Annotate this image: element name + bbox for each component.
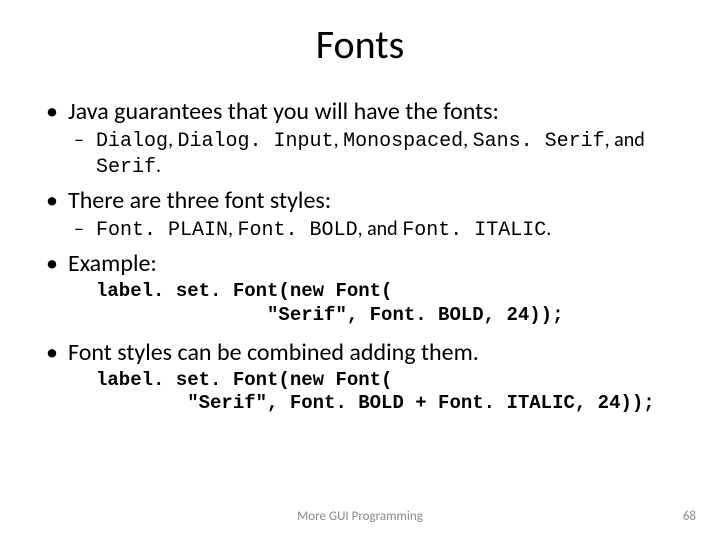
code-inline: Monospaced bbox=[343, 130, 463, 153]
sub-list: Dialog, Dialog. Input, Monospaced, Sans.… bbox=[68, 128, 680, 180]
code-block: label. set. Font(new Font( "Serif", Font… bbox=[96, 280, 680, 328]
sub-list: Font. PLAIN, Font. BOLD, and Font. ITALI… bbox=[68, 217, 680, 243]
footer-text: More GUI Programming bbox=[0, 509, 720, 524]
text-run: , bbox=[334, 128, 344, 152]
slide-title: Fonts bbox=[40, 20, 680, 69]
bullet-item: Example: label. set. Font(new Font( "Ser… bbox=[40, 249, 680, 328]
code-block: label. set. Font(new Font( "Serif", Font… bbox=[96, 369, 680, 417]
sub-item: Dialog, Dialog. Input, Monospaced, Sans.… bbox=[68, 128, 680, 180]
text-run: , bbox=[228, 217, 238, 241]
text-run: . bbox=[546, 217, 551, 241]
bullet-item: Font styles can be combined adding them.… bbox=[40, 338, 680, 417]
bullet-text: Example: bbox=[68, 249, 157, 278]
code-inline: Dialog. Input bbox=[178, 130, 334, 153]
text-run: , and bbox=[358, 217, 403, 241]
bullet-text: Java guarantees that you will have the f… bbox=[68, 97, 499, 126]
text-run: . bbox=[156, 154, 161, 178]
page-number: 68 bbox=[683, 509, 696, 524]
text-run: , bbox=[168, 128, 178, 152]
code-inline: Serif bbox=[96, 156, 156, 179]
text-run: , and bbox=[605, 128, 645, 152]
code-inline: Font. PLAIN bbox=[96, 219, 228, 242]
code-inline: Sans. Serif bbox=[473, 130, 605, 153]
code-inline: Font. BOLD bbox=[238, 219, 358, 242]
code-inline: Dialog bbox=[96, 130, 168, 153]
bullet-list: Java guarantees that you will have the f… bbox=[40, 97, 680, 416]
code-inline: Font. ITALIC bbox=[402, 219, 546, 242]
bullet-item: Java guarantees that you will have the f… bbox=[40, 97, 680, 180]
text-run: , bbox=[463, 128, 473, 152]
bullet-text: There are three font styles: bbox=[68, 186, 331, 215]
sub-item: Font. PLAIN, Font. BOLD, and Font. ITALI… bbox=[68, 217, 680, 243]
bullet-item: There are three font styles: Font. PLAIN… bbox=[40, 186, 680, 243]
bullet-text: Font styles can be combined adding them. bbox=[68, 338, 479, 367]
